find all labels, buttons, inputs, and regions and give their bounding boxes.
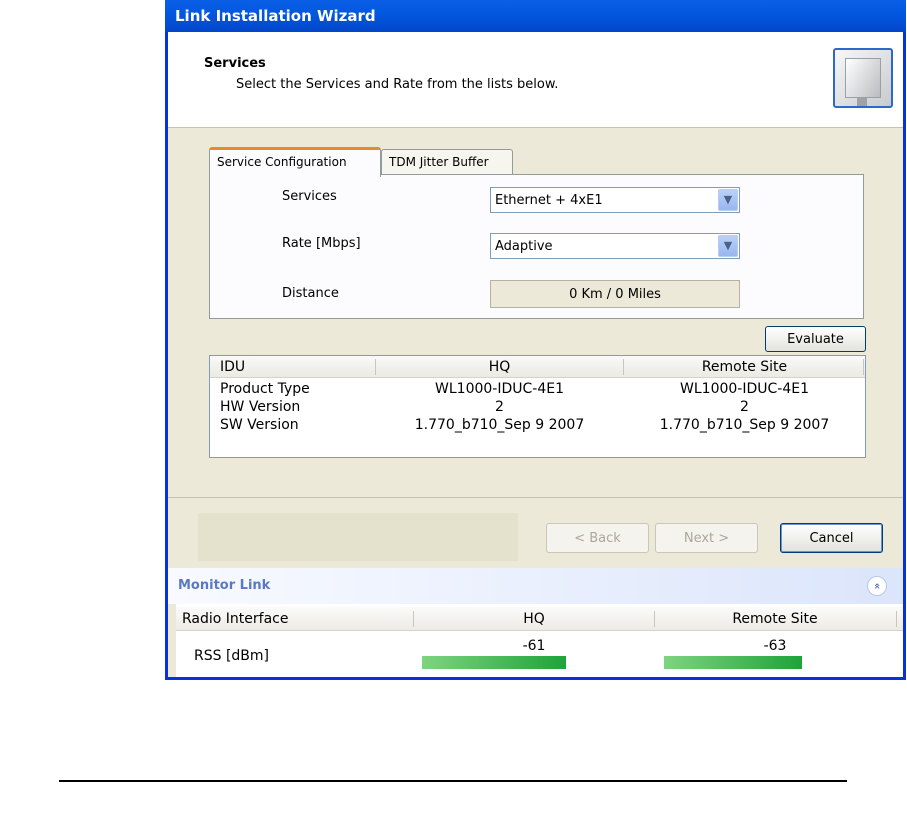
table-cell: 1.770_b710_Sep 9 2007 — [659, 417, 830, 433]
rate-label: Rate [Mbps] — [282, 236, 361, 251]
services-select-value: Ethernet + 4xE1 — [495, 193, 603, 208]
table-cell: WL1000-IDUC-4E1 — [680, 381, 809, 397]
page-subtitle: Select the Services and Rate from the li… — [236, 77, 559, 92]
rss-remote-value: -63 — [763, 638, 787, 654]
footer-shade — [198, 513, 518, 561]
distance-field: 0 Km / 0 Miles — [490, 280, 740, 308]
chevron-down-icon[interactable]: ▼ — [718, 189, 738, 211]
rss-hq-bar — [422, 656, 566, 669]
collapse-icon[interactable]: « — [867, 576, 887, 596]
cancel-button[interactable]: Cancel — [780, 523, 883, 553]
table-row-label: SW Version — [220, 417, 299, 433]
collapse-glyph: « — [871, 582, 884, 590]
rss-hq-value: -61 — [522, 638, 546, 654]
window-title: Link Installation Wizard — [165, 0, 906, 32]
idu-info-table: IDU HQ Remote Site Product Type WL1000-I… — [209, 355, 866, 458]
wizard-header: Services Select the Services and Rate fr… — [168, 32, 903, 128]
monitor-link-title: Monitor Link — [178, 578, 271, 593]
services-label: Services — [282, 189, 337, 204]
tab-service-configuration[interactable]: Service Configuration — [209, 147, 381, 177]
chevron-down-icon[interactable]: ▼ — [718, 235, 738, 257]
rss-remote-bar — [664, 656, 802, 669]
table-header: Radio Interface HQ Remote Site — [176, 607, 903, 631]
monitor-link-bar[interactable]: Monitor Link « — [168, 568, 903, 604]
table-row-label: Product Type — [220, 381, 310, 397]
column-header: HQ — [488, 359, 511, 375]
page-rule — [59, 780, 847, 782]
column-header: HQ — [523, 611, 545, 627]
table-cell: 2 — [495, 399, 504, 415]
next-button[interactable]: Next > — [655, 523, 758, 553]
column-header: Remote Site — [701, 359, 788, 375]
table-header: IDU HQ Remote Site — [210, 356, 865, 378]
rate-select[interactable]: Adaptive ▼ — [490, 233, 740, 259]
table-row-label: RSS [dBm] — [194, 648, 270, 664]
distance-label: Distance — [282, 286, 339, 301]
column-header: IDU — [220, 359, 246, 375]
column-header: Remote Site — [732, 611, 818, 627]
monitor-link-table: Radio Interface HQ Remote Site RSS [dBm]… — [176, 604, 903, 677]
table-cell: 1.770_b710_Sep 9 2007 — [414, 417, 585, 433]
wizard-window: Link Installation Wizard Services Select… — [165, 0, 906, 680]
tab-tdm-jitter-buffer[interactable]: TDM Jitter Buffer — [381, 149, 513, 177]
evaluate-button[interactable]: Evaluate — [765, 326, 866, 352]
table-row-label: HW Version — [220, 399, 301, 415]
table-cell: WL1000-IDUC-4E1 — [435, 381, 564, 397]
rate-select-value: Adaptive — [495, 239, 553, 254]
footer-divider — [168, 497, 903, 498]
page-title: Services — [204, 56, 266, 71]
services-select[interactable]: Ethernet + 4xE1 ▼ — [490, 187, 740, 213]
back-button[interactable]: < Back — [546, 523, 649, 553]
service-config-panel: Services Ethernet + 4xE1 ▼ Rate [Mbps] A… — [209, 174, 864, 319]
antenna-panel-icon — [833, 48, 893, 108]
column-header: Radio Interface — [182, 611, 289, 627]
table-cell: 2 — [740, 399, 749, 415]
